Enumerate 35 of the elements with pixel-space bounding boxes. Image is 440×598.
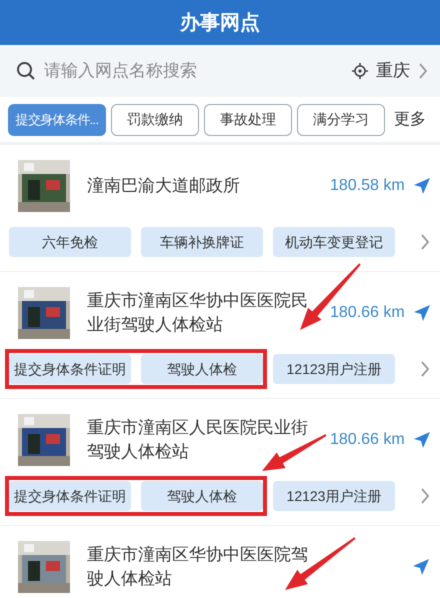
filter-tab[interactable]: 罚款缴纳: [111, 104, 199, 136]
station-name[interactable]: 重庆市潼南区华协中医医院驾驶人体检站: [87, 543, 313, 591]
distance-label: 180.58 km: [330, 176, 405, 196]
service-tag[interactable]: 提交身体条件证明: [9, 481, 131, 511]
distance-label: 180.66 km: [330, 303, 405, 323]
navigation-icon: [412, 431, 431, 449]
navigation-icon: [412, 177, 431, 195]
more-link[interactable]: 更多: [394, 108, 426, 132]
search-icon: [16, 61, 36, 81]
filter-tab[interactable]: 提交身体条件...: [8, 104, 106, 136]
service-tag[interactable]: 12123用户注册: [273, 481, 395, 511]
service-tag[interactable]: 驾驶人体检: [141, 354, 263, 384]
city-label[interactable]: 重庆: [376, 58, 410, 84]
service-tag[interactable]: 车辆补换牌证: [141, 227, 263, 257]
station-name[interactable]: 重庆市潼南区华协中医医院民业街驾驶人体检站: [87, 289, 313, 337]
filter-tab[interactable]: 满分学习: [297, 104, 385, 136]
distance-label: 180.66 km: [330, 430, 405, 450]
locate-icon: [352, 63, 368, 79]
navigation-icon: [412, 558, 430, 576]
service-tag[interactable]: 12123用户注册: [273, 354, 395, 384]
search-field[interactable]: 请输入网点名称搜索: [44, 58, 344, 84]
service-tag[interactable]: 驾驶人体检: [141, 481, 263, 511]
chevron-right-icon: [418, 62, 428, 80]
search-bar[interactable]: 请输入网点名称搜索 重庆: [0, 45, 440, 97]
navigation-icon: [412, 304, 431, 322]
filter-tab[interactable]: 事故处理: [204, 104, 292, 136]
service-tag[interactable]: 提交身体条件证明: [9, 354, 131, 384]
service-tag[interactable]: 六年免检: [9, 227, 131, 257]
chevron-right-icon: [420, 360, 430, 378]
service-tag[interactable]: 机动车变更登记: [273, 227, 395, 257]
chevron-right-icon: [420, 487, 430, 505]
chevron-right-icon: [420, 233, 430, 251]
station-name[interactable]: 潼南巴渝大道邮政所: [87, 174, 313, 198]
page-title: 办事网点: [180, 10, 260, 36]
station-name[interactable]: 重庆市潼南区人民医院民业街驾驶人体检站: [87, 416, 313, 464]
